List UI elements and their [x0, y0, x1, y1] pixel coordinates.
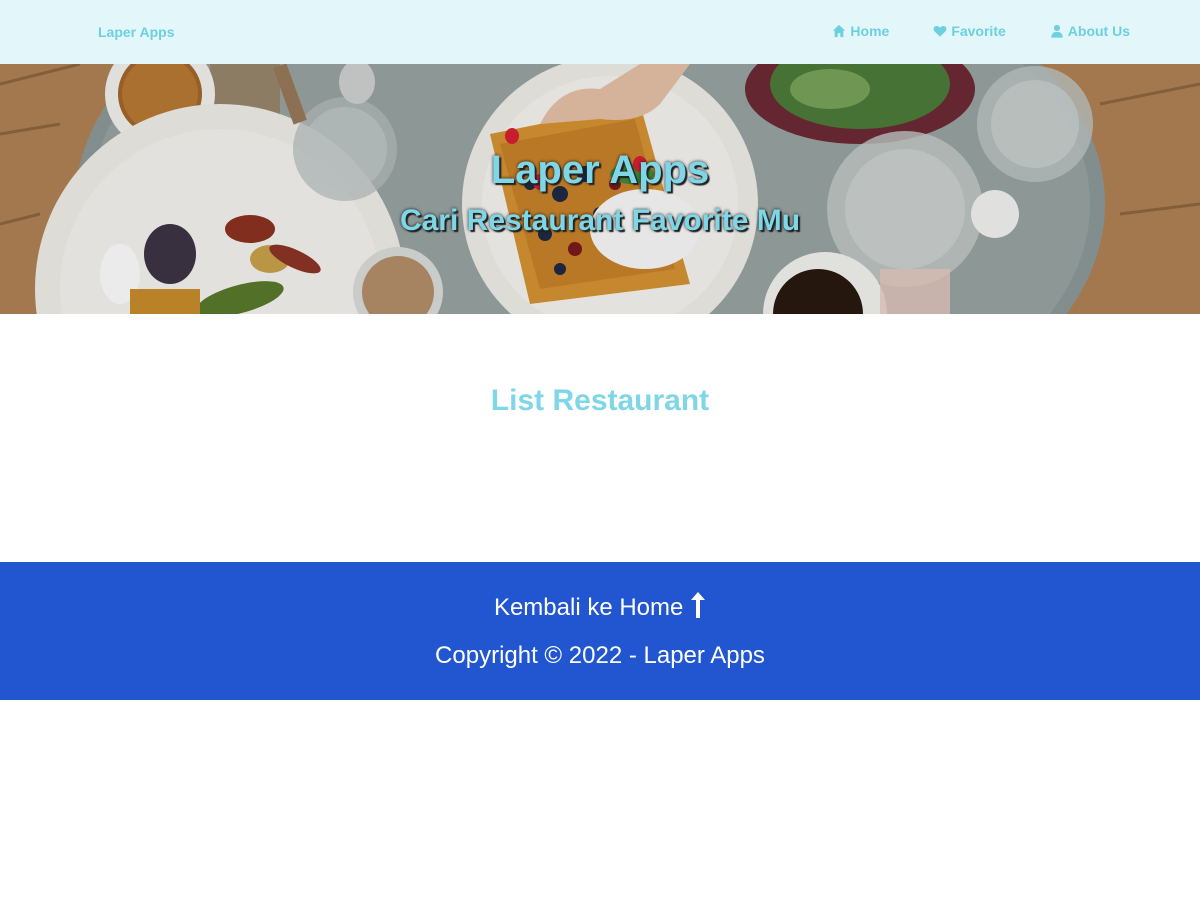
main-content: List Restaurant	[0, 314, 1200, 562]
hero-title: Laper Apps	[490, 148, 710, 192]
back-to-home-label: Kembali ke Home	[493, 594, 684, 621]
user-icon	[1051, 24, 1063, 38]
hero-banner: Laper Apps Cari Restaurant Favorite Mu	[0, 64, 1200, 314]
hero-subtitle: Cari Restaurant Favorite Mu	[399, 204, 801, 237]
arrow-up-icon	[691, 592, 706, 618]
nav-links: Home Favorite About Us	[832, 23, 1130, 39]
nav-favorite-label: Favorite	[951, 23, 1006, 39]
back-to-home-link[interactable]: Kembali ke Home	[0, 592, 1200, 622]
nav-about-label: About Us	[1067, 23, 1130, 39]
footer: Kembali ke Home Copyright © 2022 - Laper…	[0, 562, 1200, 700]
restaurant-list-heading: List Restaurant	[490, 384, 710, 417]
copyright-text: Copyright © 2022 - Laper Apps	[435, 642, 765, 669]
top-navbar: Laper Apps Home Favorite About Us	[0, 0, 1200, 64]
nav-favorite-link[interactable]: Favorite	[933, 23, 1006, 39]
nav-home-link[interactable]: Home	[832, 23, 889, 39]
nav-home-label: Home	[850, 23, 890, 39]
nav-about-link[interactable]: About Us	[1050, 23, 1130, 39]
brand-link[interactable]: Laper Apps	[98, 24, 175, 40]
home-icon	[833, 24, 846, 38]
heart-icon	[933, 25, 947, 37]
